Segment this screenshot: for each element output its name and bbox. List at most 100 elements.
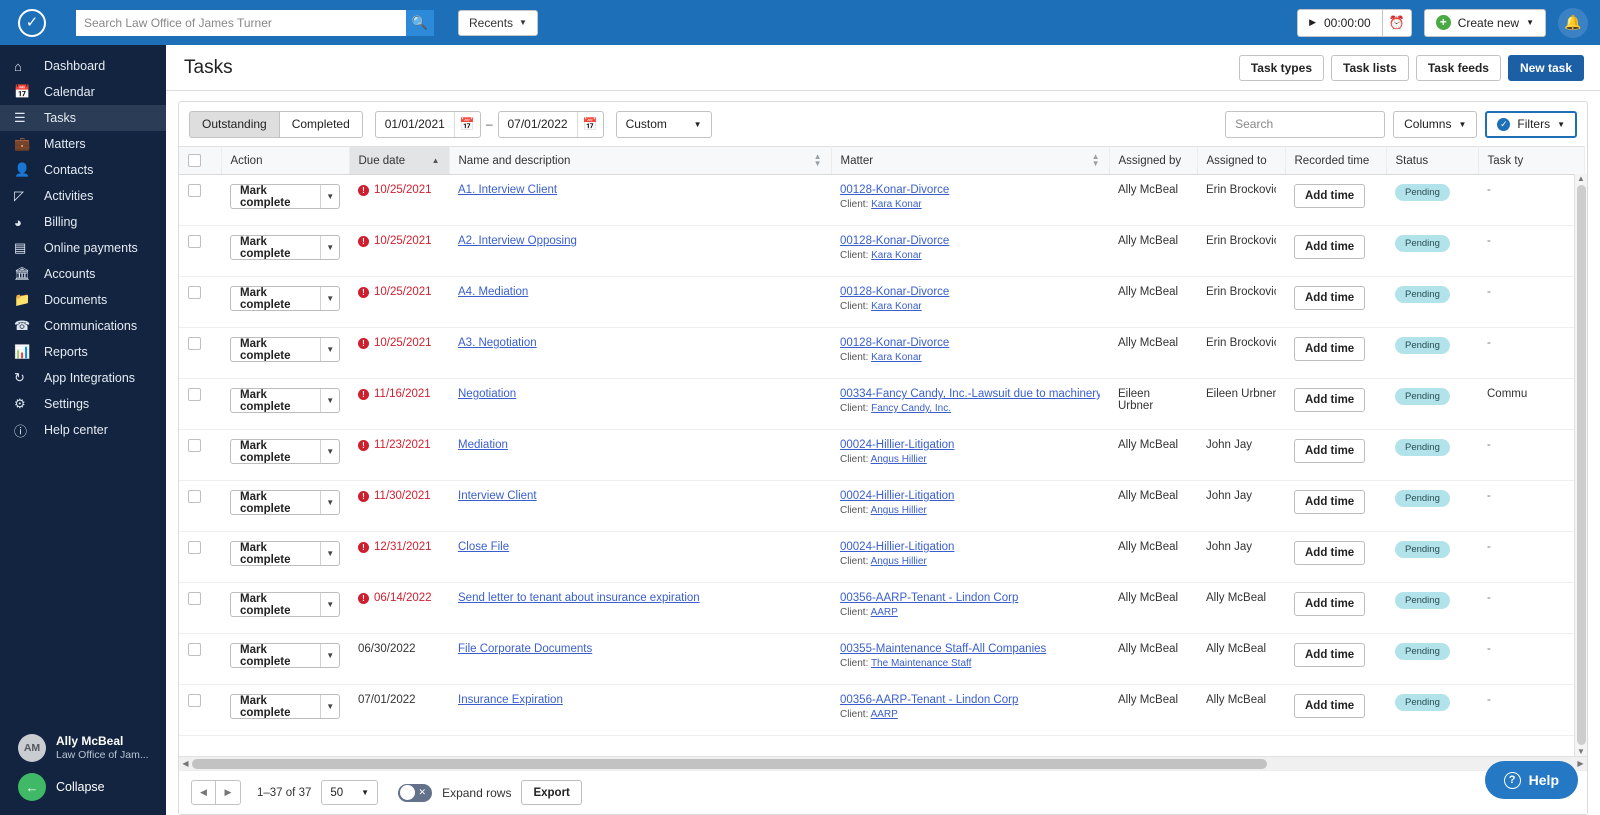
table-row[interactable]: Mark complete ▼! 06/14/2022 Send letter to … [179, 582, 1584, 634]
calendar-icon[interactable]: 📅 [453, 111, 480, 137]
matter-link[interactable]: 00128-Konar-Divorce [840, 286, 949, 298]
sidebar-item-reports[interactable]: 📊 Reports [0, 339, 166, 365]
search-icon[interactable]: 🔍 [406, 9, 434, 36]
row-checkbox[interactable] [188, 541, 201, 554]
sidebar-item-billing[interactable]: ◕ Billing [0, 209, 166, 235]
client-link[interactable]: Angus Hillier [871, 556, 927, 567]
mark-complete-button[interactable]: Mark complete [231, 236, 320, 259]
sidebar-item-accounts[interactable]: 🏛 Accounts [0, 261, 166, 287]
row-checkbox[interactable] [188, 235, 201, 248]
row-checkbox[interactable] [188, 439, 201, 452]
client-link[interactable]: Angus Hillier [871, 505, 927, 516]
check-circle-logo[interactable]: ✓ [18, 8, 46, 37]
client-link[interactable]: AARP [871, 709, 898, 720]
client-link[interactable]: Kara Konar [871, 352, 922, 363]
mark-complete-button[interactable]: Mark complete [231, 338, 320, 361]
client-link[interactable]: Kara Konar [871, 199, 922, 210]
tab-outstanding[interactable]: Outstanding [189, 110, 280, 138]
mark-complete-split-button[interactable]: Mark complete ▼ [230, 286, 340, 311]
column-header-name[interactable]: Name and description ▲ ▼ [449, 146, 832, 175]
table-search-input[interactable] [1225, 110, 1386, 138]
sidebar-item-help-center[interactable]: ⓘ Help center [0, 417, 166, 443]
mark-complete-split-button[interactable]: Mark complete ▼ [230, 490, 340, 515]
expand-rows-toggle[interactable]: ✕ [398, 783, 433, 802]
client-link[interactable]: Fancy Candy, Inc. [871, 403, 951, 414]
chevron-down-icon[interactable]: ▼ [320, 593, 339, 616]
row-checkbox[interactable] [188, 337, 201, 350]
matter-link[interactable]: 00024-Hillier-Litigation [840, 541, 954, 553]
matter-link[interactable]: 00355-Maintenance Staff-All Companies [840, 643, 1046, 655]
chevron-down-icon[interactable]: ▼ [320, 389, 339, 412]
table-row[interactable]: Mark complete ▼! 11/30/2021 Interview Clien… [179, 480, 1584, 532]
date-from-field[interactable]: 01/01/2021 📅 [374, 110, 481, 138]
sidebar-item-contacts[interactable]: 👤 Contacts [0, 157, 166, 183]
column-header-matter[interactable]: Matter ▲ ▼ [831, 146, 1110, 175]
table-row[interactable]: Mark complete ▼ 06/30/2022 File Corporate D… [179, 633, 1584, 685]
vertical-scroll-thumb[interactable] [1576, 185, 1586, 745]
task-name-link[interactable]: Send letter to tenant about insurance ex… [458, 592, 700, 604]
task-name-link[interactable]: A4. Mediation [458, 286, 528, 298]
export-button[interactable]: Export [521, 780, 582, 805]
task-types-button[interactable]: Task types [1238, 54, 1324, 81]
mark-complete-split-button[interactable]: Mark complete ▼ [230, 643, 340, 668]
task-name-link[interactable]: File Corporate Documents [458, 643, 592, 655]
sidebar-item-matters[interactable]: 💼 Matters [0, 131, 166, 157]
calendar-icon[interactable]: 📅 [576, 111, 603, 137]
task-name-link[interactable]: A2. Interview Opposing [458, 235, 577, 247]
mark-complete-button[interactable]: Mark complete [231, 644, 320, 667]
client-link[interactable]: Kara Konar [871, 301, 922, 312]
horizontal-scroll-thumb[interactable] [192, 758, 1267, 769]
add-time-button[interactable]: Add time [1294, 643, 1366, 667]
client-link[interactable]: The Maintenance Staff [871, 658, 971, 669]
chevron-down-icon[interactable]: ▼ [320, 644, 339, 667]
chevron-down-icon[interactable]: ▼ [320, 542, 339, 565]
matter-link[interactable]: 00356-AARP-Tenant - Lindon Corp [840, 694, 1018, 706]
matter-link[interactable]: 00334-Fancy Candy, Inc.-Lawsuit due to m… [840, 388, 1100, 400]
mark-complete-button[interactable]: Mark complete [231, 593, 320, 616]
mark-complete-split-button[interactable]: Mark complete ▼ [230, 694, 340, 719]
table-row[interactable]: Mark complete ▼! 10/25/2021 A3. Negotiation… [179, 327, 1584, 379]
row-checkbox[interactable] [188, 286, 201, 299]
bell-icon[interactable]: 🔔 [1558, 7, 1588, 38]
table-row[interactable]: Mark complete ▼! 10/25/2021 A2. Interview O… [179, 225, 1584, 277]
recents-button[interactable]: Recents ▼ [458, 9, 538, 36]
chevron-down-icon[interactable]: ▼ [320, 491, 339, 514]
task-name-link[interactable]: Interview Client [458, 490, 537, 502]
chevron-down-icon[interactable]: ▼ [320, 185, 339, 208]
row-checkbox[interactable] [188, 592, 201, 605]
timer-start-button[interactable]: ▶ 00:00:00 [1297, 8, 1382, 37]
mark-complete-split-button[interactable]: Mark complete ▼ [230, 337, 340, 362]
task-feeds-button[interactable]: Task feeds [1415, 54, 1501, 81]
help-button[interactable]: ? Help [1484, 761, 1578, 799]
add-time-button[interactable]: Add time [1294, 541, 1366, 565]
mark-complete-button[interactable]: Mark complete [231, 542, 320, 565]
table-row[interactable]: Mark complete ▼ 07/01/2022 Insurance Expira… [179, 684, 1584, 736]
table-row[interactable]: Mark complete ▼! 11/23/2021 Mediation 00024-… [179, 429, 1584, 481]
task-name-link[interactable]: Mediation [458, 439, 508, 451]
table-row[interactable]: Mark complete ▼! 11/16/2021 Negotiation 0033… [179, 378, 1584, 430]
sidebar-item-settings[interactable]: ⚙ Settings [0, 391, 166, 417]
chevron-down-icon[interactable]: ▼ [320, 440, 339, 463]
table-row[interactable]: Mark complete ▼! 10/25/2021 A1. Interview C… [179, 174, 1584, 226]
chevron-down-icon[interactable]: ▼ [320, 695, 339, 718]
sidebar-item-calendar[interactable]: 📅 Calendar [0, 79, 166, 105]
add-time-button[interactable]: Add time [1294, 235, 1366, 259]
client-link[interactable]: Angus Hillier [871, 454, 927, 465]
sidebar-item-dashboard[interactable]: ⌂ Dashboard [0, 53, 166, 79]
chevron-down-icon[interactable]: ▼ [320, 236, 339, 259]
mark-complete-button[interactable]: Mark complete [231, 185, 320, 208]
sidebar-item-tasks[interactable]: ☰ Tasks [0, 105, 166, 131]
task-name-link[interactable]: A1. Interview Client [458, 184, 557, 196]
scroll-up-icon[interactable]: ▲ [1577, 174, 1585, 183]
page-size-select[interactable]: 50 ▼ [321, 780, 379, 805]
task-name-link[interactable]: A3. Negotiation [458, 337, 537, 349]
task-name-link[interactable]: Close File [458, 541, 509, 553]
mark-complete-button[interactable]: Mark complete [231, 389, 320, 412]
add-time-button[interactable]: Add time [1294, 337, 1366, 361]
row-checkbox[interactable] [188, 184, 201, 197]
sidebar-item-communications[interactable]: ☎ Communications [0, 313, 166, 339]
columns-button[interactable]: Columns ▼ [1393, 110, 1478, 138]
tab-completed[interactable]: Completed [279, 110, 363, 138]
sidebar-item-online-payments[interactable]: ▤ Online payments [0, 235, 166, 261]
create-new-button[interactable]: + Create new ▼ [1423, 8, 1546, 37]
